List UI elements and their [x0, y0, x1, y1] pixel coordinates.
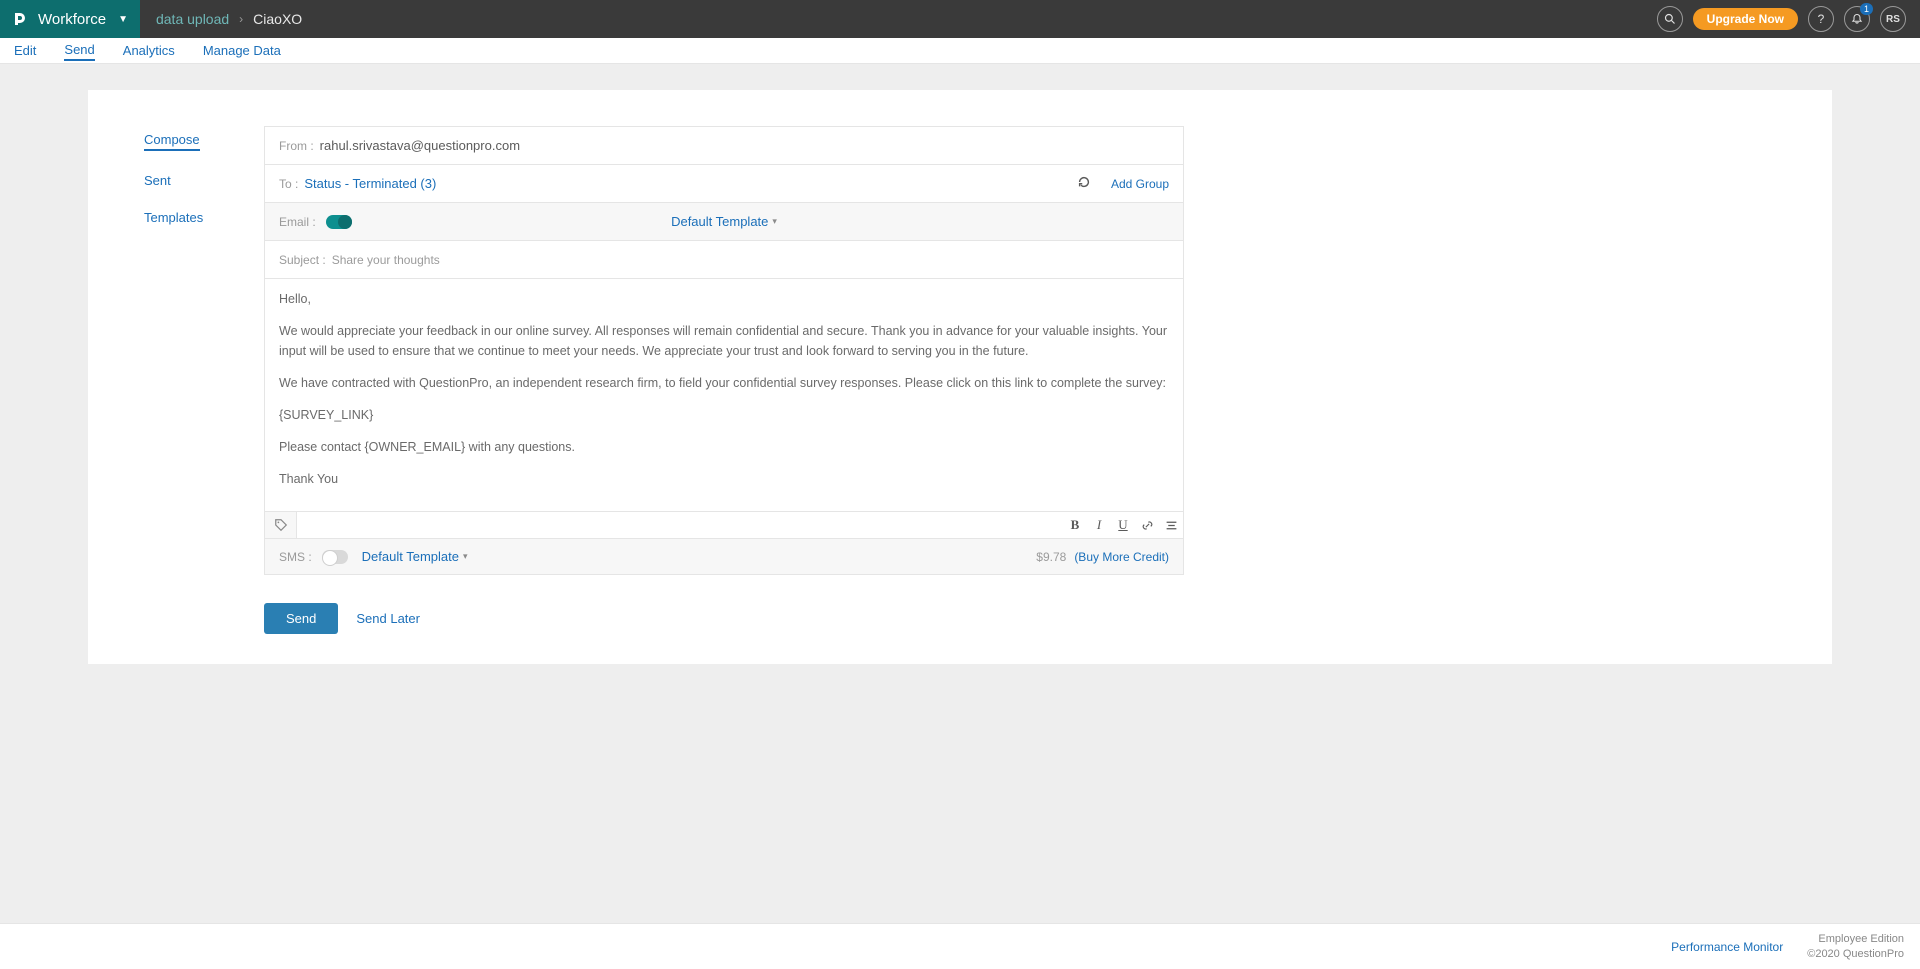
breadcrumb-current: CiaoXO — [253, 11, 302, 27]
subnav-send[interactable]: Send — [64, 40, 94, 61]
refresh-icon — [1077, 175, 1091, 189]
sms-toggle[interactable] — [322, 550, 348, 564]
product-name: Workforce — [38, 11, 106, 28]
subject-label: Subject : — [279, 253, 326, 267]
upgrade-button[interactable]: Upgrade Now — [1693, 8, 1798, 30]
subnav-analytics[interactable]: Analytics — [123, 41, 175, 60]
body-p3: We have contracted with QuestionPro, an … — [279, 373, 1169, 393]
performance-monitor-link[interactable]: Performance Monitor — [1671, 940, 1783, 954]
to-row: To : Status - Terminated (3) Add Group — [265, 165, 1183, 203]
body-p4: {SURVEY_LINK} — [279, 405, 1169, 425]
sms-template-name: Default Template — [362, 549, 459, 564]
bold-button[interactable]: B — [1063, 512, 1087, 538]
underline-button[interactable]: U — [1111, 512, 1135, 538]
subject-value[interactable]: Share your thoughts — [332, 253, 440, 267]
email-template-name: Default Template — [671, 214, 768, 229]
body-p5: Please contact {OWNER_EMAIL} with any qu… — [279, 437, 1169, 457]
from-row: From : rahul.srivastava@questionpro.com — [265, 127, 1183, 165]
to-label: To : — [279, 177, 298, 191]
compose-actions: Send Send Later — [264, 603, 1184, 634]
subnav-edit[interactable]: Edit — [14, 41, 36, 60]
search-icon — [1664, 13, 1676, 25]
link-button[interactable] — [1135, 512, 1159, 538]
buy-credit-link[interactable]: (Buy More Credit) — [1074, 550, 1169, 564]
tags-button[interactable] — [265, 512, 297, 538]
sms-template-select[interactable]: Default Template ▾ — [362, 549, 468, 564]
body-p1: Hello, — [279, 289, 1169, 309]
send-button[interactable]: Send — [264, 603, 338, 634]
help-icon: ? — [1818, 12, 1825, 26]
sms-credit-amount: $9.78 — [1036, 550, 1066, 564]
body-p2: We would appreciate your feedback in our… — [279, 321, 1169, 361]
caret-down-icon: ▾ — [463, 551, 468, 562]
footer-edition: Employee Edition — [1807, 932, 1904, 946]
align-icon — [1165, 519, 1178, 532]
format-bar: B I U — [265, 512, 1183, 539]
compose-card: From : rahul.srivastava@questionpro.com … — [264, 126, 1184, 575]
breadcrumb-parent[interactable]: data upload — [156, 11, 229, 27]
from-value[interactable]: rahul.srivastava@questionpro.com — [320, 138, 520, 153]
email-template-select[interactable]: Default Template ▾ — [671, 214, 777, 229]
footer: Performance Monitor Employee Edition ©20… — [0, 923, 1920, 969]
email-toggle[interactable] — [326, 215, 352, 229]
email-body-editor[interactable]: Hello, We would appreciate your feedback… — [265, 279, 1183, 512]
main-panel: Compose Sent Templates From : rahul.sriv… — [88, 90, 1832, 664]
tab-compose[interactable]: Compose — [144, 132, 200, 151]
chevron-right-icon: › — [239, 12, 243, 26]
product-switcher[interactable]: Workforce ▼ — [0, 0, 140, 38]
notification-badge: 1 — [1860, 3, 1873, 15]
subnav-manage-data[interactable]: Manage Data — [203, 41, 281, 60]
caret-down-icon: ▾ — [772, 216, 777, 227]
sub-nav: Edit Send Analytics Manage Data — [0, 38, 1920, 64]
user-avatar[interactable]: RS — [1880, 6, 1906, 32]
to-value[interactable]: Status - Terminated (3) — [304, 176, 436, 191]
tab-sent[interactable]: Sent — [144, 173, 264, 188]
send-later-link[interactable]: Send Later — [356, 611, 420, 626]
footer-copyright: ©2020 QuestionPro — [1807, 947, 1904, 961]
tag-icon — [274, 518, 288, 532]
search-button[interactable] — [1657, 6, 1683, 32]
breadcrumb: data upload › CiaoXO — [140, 0, 318, 38]
bell-icon — [1851, 13, 1863, 25]
add-group-link[interactable]: Add Group — [1111, 177, 1169, 191]
help-button[interactable]: ? — [1808, 6, 1834, 32]
to-refresh-button[interactable] — [1077, 175, 1091, 192]
caret-down-icon: ▼ — [118, 14, 128, 25]
top-bar: Workforce ▼ data upload › CiaoXO Upgrade… — [0, 0, 1920, 38]
align-button[interactable] — [1159, 512, 1183, 538]
brand-logo-icon — [10, 10, 28, 28]
subject-row: Subject : Share your thoughts — [265, 241, 1183, 279]
sms-label: SMS : — [279, 550, 312, 564]
top-actions: Upgrade Now ? 1 RS — [1657, 0, 1920, 38]
notifications-button[interactable]: 1 — [1844, 6, 1870, 32]
from-label: From : — [279, 139, 314, 153]
compose-nav: Compose Sent Templates — [144, 126, 264, 247]
sms-channel-row: SMS : Default Template ▾ $9.78 (Buy More… — [265, 539, 1183, 574]
email-channel-row: Email : Default Template ▾ — [265, 203, 1183, 241]
italic-button[interactable]: I — [1087, 512, 1111, 538]
tab-templates[interactable]: Templates — [144, 210, 264, 225]
body-p6: Thank You — [279, 469, 1169, 489]
link-icon — [1141, 519, 1154, 532]
email-label: Email : — [279, 215, 316, 229]
